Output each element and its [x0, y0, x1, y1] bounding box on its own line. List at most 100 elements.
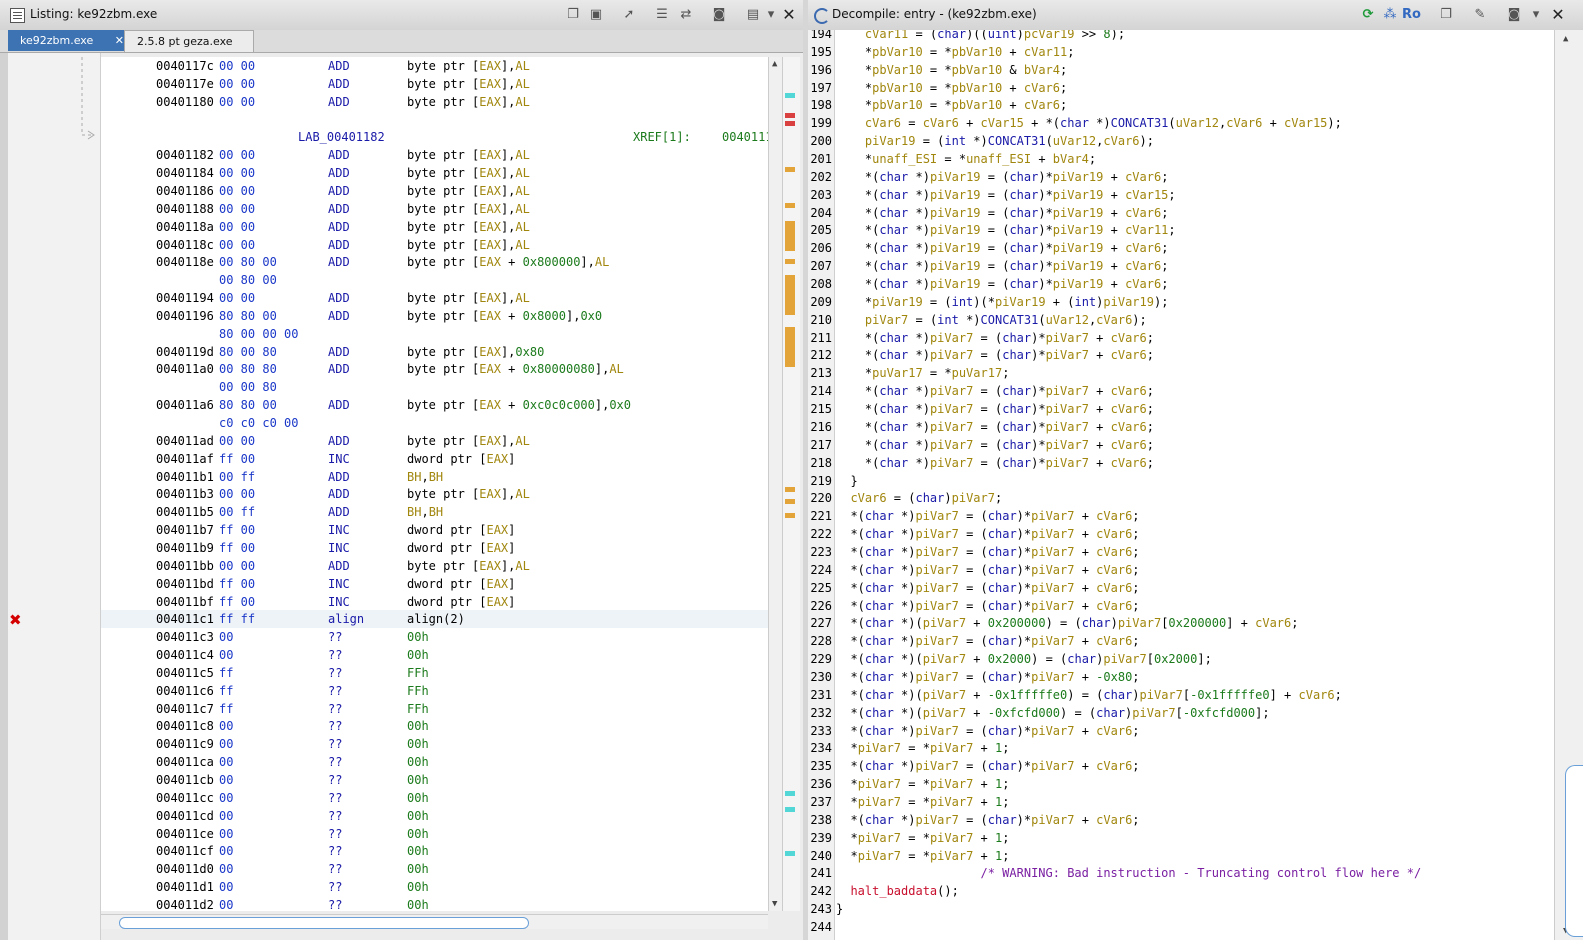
mnemonic[interactable]: ADD: [328, 148, 350, 162]
code-text[interactable]: *piVar7 = *piVar7 + 1;: [836, 741, 1009, 755]
code-line[interactable]: 199 cVar6 = cVar6 + cVar15 + *(char *)CO…: [808, 114, 1554, 132]
listing-row[interactable]: 00 00 80: [101, 378, 768, 396]
address[interactable]: 004011a0: [156, 362, 214, 376]
code-line[interactable]: 206 *(char *)piVar19 = (char)*piVar19 + …: [808, 239, 1554, 257]
listing-row[interactable]: 0040119d 80 00 80 ADD byte ptr [EAX],0x80: [101, 343, 768, 361]
address[interactable]: 004011af: [156, 452, 214, 466]
operands[interactable]: dword ptr [EAX]: [407, 595, 515, 609]
code-text[interactable]: *(char *)(piVar7 + -0xfcfd000) = (char)p…: [836, 706, 1269, 720]
address[interactable]: 004011c6: [156, 684, 214, 698]
code-line[interactable]: 220 cVar6 = (char)piVar7;: [808, 489, 1554, 507]
operands[interactable]: byte ptr [EAX],AL: [407, 77, 530, 91]
display-options-icon[interactable]: ▤: [745, 7, 761, 23]
mnemonic[interactable]: ??: [328, 702, 342, 716]
address[interactable]: 00401188: [156, 202, 214, 216]
code-text[interactable]: *(char *)(piVar7 + -0x1fffffe0) = (char)…: [836, 688, 1341, 702]
operands[interactable]: byte ptr [EAX],AL: [407, 291, 530, 305]
mnemonic[interactable]: ADD: [328, 505, 350, 519]
address[interactable]: 004011c3: [156, 630, 214, 644]
address[interactable]: 004011bd: [156, 577, 214, 591]
mnemonic[interactable]: INC: [328, 541, 350, 555]
close-icon[interactable]: ✕: [781, 7, 797, 23]
code-line[interactable]: 241 /* WARNING: Bad instruction - Trunca…: [808, 864, 1554, 882]
code-line[interactable]: 196 *pbVar10 = *pbVar10 & bVar4;: [808, 61, 1554, 79]
code-text[interactable]: *pbVar10 = *pbVar10 + cVar11;: [836, 45, 1075, 59]
paste-icon[interactable]: ▣: [588, 7, 604, 23]
mnemonic[interactable]: ??: [328, 862, 342, 876]
horizontal-scroll-thumb[interactable]: [119, 917, 529, 929]
address[interactable]: 004011a6: [156, 398, 214, 412]
address[interactable]: 004011ad: [156, 434, 214, 448]
address[interactable]: 004011b7: [156, 523, 214, 537]
address[interactable]: 004011ce: [156, 827, 214, 841]
code-line[interactable]: 200 piVar19 = (int *)CONCAT31(uVar12,cVa…: [808, 132, 1554, 150]
code-text[interactable]: *piVar7 = *piVar7 + 1;: [836, 777, 1009, 791]
code-line[interactable]: 222 *(char *)piVar7 = (char)*piVar7 + cV…: [808, 525, 1554, 543]
address[interactable]: 004011ca: [156, 755, 214, 769]
cursor-icon[interactable]: ➚: [621, 7, 637, 23]
listing-row[interactable]: 004011c5 ff?? FFh: [101, 664, 768, 682]
address[interactable]: 0040118c: [156, 238, 214, 252]
tab-2-5-8-pt-geza[interactable]: 2.5.8 pt geza.exe: [124, 30, 254, 52]
address[interactable]: 004011c7: [156, 702, 214, 716]
copy-icon[interactable]: ❐: [1438, 7, 1454, 23]
code-line[interactable]: 211 *(char *)piVar7 = (char)*piVar7 + cV…: [808, 329, 1554, 347]
operands[interactable]: align(2): [407, 612, 465, 626]
listing-row[interactable]: 004011d2 00?? 00h: [101, 896, 768, 911]
code-text[interactable]: halt_baddata();: [836, 884, 958, 898]
code-text[interactable]: *piVar7 = *piVar7 + 1;: [836, 795, 1009, 809]
code-line[interactable]: 229 *(char *)(piVar7 + 0x2000) = (char)p…: [808, 650, 1554, 668]
decompile-vertical-scrollbar[interactable]: ▲ ▼: [1554, 30, 1583, 940]
operands[interactable]: 00h: [407, 827, 429, 841]
mnemonic[interactable]: INC: [328, 595, 350, 609]
read-only-label[interactable]: Ro: [1402, 7, 1421, 22]
listing-row[interactable]: 0040117c 00 00 ADD byte ptr [EAX],AL: [101, 57, 768, 75]
mnemonic[interactable]: ??: [328, 630, 342, 644]
code-line[interactable]: 234 *piVar7 = *piVar7 + 1;: [808, 739, 1554, 757]
code-text[interactable]: *(char *)piVar7 = (char)*piVar7 + cVar6;: [836, 527, 1139, 541]
listing-horizontal-scrollbar[interactable]: [101, 914, 768, 929]
listing-row[interactable]: 00401196 80 80 00 ADD byte ptr [EAX + 0x800…: [101, 307, 768, 325]
code-line[interactable]: 219 }: [808, 472, 1554, 490]
mnemonic[interactable]: ??: [328, 898, 342, 911]
address[interactable]: 004011b3: [156, 487, 214, 501]
operands[interactable]: FFh: [407, 702, 429, 716]
listing-row[interactable]: 004011ce 00?? 00h: [101, 825, 768, 843]
listing-row[interactable]: 0040117e 00 00 ADD byte ptr [EAX],AL: [101, 75, 768, 93]
operands[interactable]: byte ptr [EAX],AL: [407, 202, 530, 216]
code-line[interactable]: 207 *(char *)piVar19 = (char)*piVar19 + …: [808, 257, 1554, 275]
listing-row[interactable]: 004011c3 00?? 00h: [101, 628, 768, 646]
code-text[interactable]: *piVar7 = *piVar7 + 1;: [836, 831, 1009, 845]
mnemonic[interactable]: ??: [328, 648, 342, 662]
address[interactable]: 004011cb: [156, 773, 214, 787]
code-line[interactable]: 201 *unaff_ESI = *unaff_ESI + bVar4;: [808, 150, 1554, 168]
code-text[interactable]: *(char *)piVar7 = (char)*piVar7 + -0x80;: [836, 670, 1139, 684]
listing-row[interactable]: [101, 111, 768, 129]
address[interactable]: 0040117e: [156, 77, 214, 91]
listing-row[interactable]: 0040118e 00 80 00 ADD byte ptr [EAX + 0x800…: [101, 253, 768, 271]
code-line[interactable]: 237 *piVar7 = *piVar7 + 1;: [808, 793, 1554, 811]
mnemonic[interactable]: ??: [328, 809, 342, 823]
code-line[interactable]: 239 *piVar7 = *piVar7 + 1;: [808, 829, 1554, 847]
listing-row[interactable]: 004011c6 ff?? FFh: [101, 682, 768, 700]
operands[interactable]: byte ptr [EAX],AL: [407, 238, 530, 252]
listing-row[interactable]: 00401180 00 00 ADD byte ptr [EAX],AL: [101, 93, 768, 111]
code-text[interactable]: *(char *)piVar7 = (char)*piVar7 + cVar6;: [836, 759, 1139, 773]
operands[interactable]: 00h: [407, 630, 429, 644]
operands[interactable]: BH,BH: [407, 470, 443, 484]
code-text[interactable]: *(char *)(piVar7 + 0x2000) = (char)piVar…: [836, 652, 1211, 666]
code-line[interactable]: 227 *(char *)(piVar7 + 0x200000) = (char…: [808, 614, 1554, 632]
listing-row[interactable]: 80 00 00 00: [101, 325, 768, 343]
mnemonic[interactable]: ??: [328, 827, 342, 841]
code-text[interactable]: *(char *)piVar7 = (char)*piVar7 + cVar6;: [836, 384, 1154, 398]
bookmark-error-icon[interactable]: ✖: [9, 611, 22, 629]
chevron-down-icon[interactable]: ▾: [763, 7, 779, 23]
mnemonic[interactable]: align: [328, 612, 364, 626]
mnemonic[interactable]: ??: [328, 791, 342, 805]
address[interactable]: 004011c8: [156, 719, 214, 733]
chevron-down-icon[interactable]: ▾: [1528, 7, 1544, 23]
decompile-code-view[interactable]: 194 cVar11 = (char)((uint)pcVar19 >> 8);…: [808, 30, 1554, 940]
mnemonic[interactable]: ADD: [328, 255, 350, 269]
address[interactable]: 004011cc: [156, 791, 214, 805]
operands[interactable]: dword ptr [EAX]: [407, 523, 515, 537]
